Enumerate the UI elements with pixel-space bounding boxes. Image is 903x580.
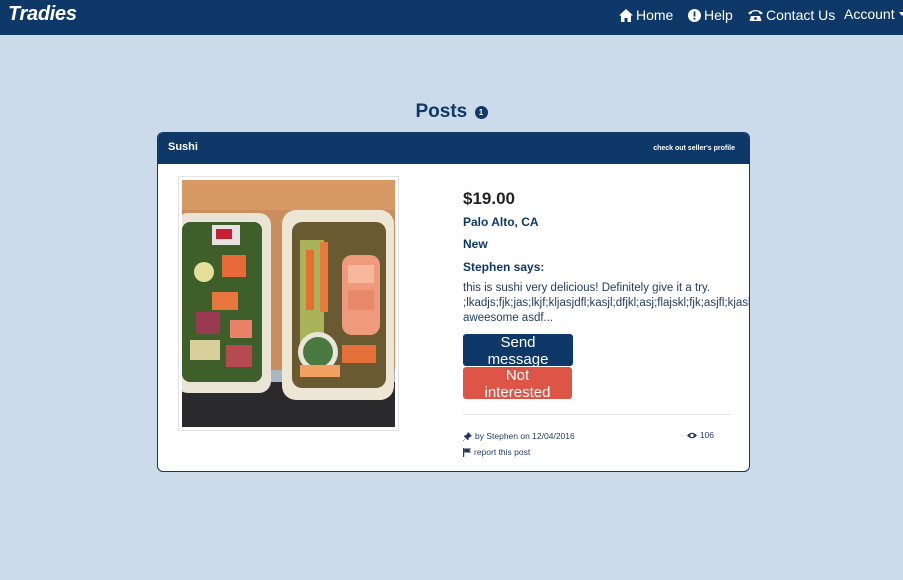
post-author-says: Stephen says:	[463, 260, 545, 274]
food-photo-icon[interactable]	[182, 180, 395, 427]
post-photo-frame	[178, 176, 399, 431]
nav-home-label: Home	[636, 7, 674, 23]
view-count: 106	[686, 430, 714, 440]
post-card: Sushi check out seller's profile $19.00 …	[157, 132, 750, 472]
phone-icon	[748, 10, 763, 21]
view-count-value: 106	[699, 430, 714, 440]
page-title-text: Posts	[415, 101, 468, 122]
top-navbar: Tradies Home Help Contact Us Account	[0, 0, 903, 35]
divider	[463, 414, 731, 415]
nav-help-label: Help	[704, 7, 733, 23]
pin-icon	[463, 431, 472, 441]
nav-home-link[interactable]: Home	[619, 7, 673, 23]
post-card-header: Sushi check out seller's profile	[158, 133, 749, 164]
post-title: Sushi	[168, 141, 198, 153]
byline-text: by Stephen on 12/04/2016	[475, 431, 575, 441]
caret-down-icon	[898, 12, 903, 16]
send-message-button[interactable]: Send message	[463, 334, 573, 368]
report-post-link[interactable]: report this post	[463, 447, 530, 457]
report-post-label: report this post	[474, 447, 531, 457]
help-icon	[688, 8, 701, 22]
not-interested-button[interactable]: Not interested	[463, 367, 572, 401]
nav-contact-label: Contact Us	[766, 7, 836, 23]
brand-logo[interactable]: Tradies	[8, 3, 77, 26]
post-location: Palo Alto, CA	[463, 215, 539, 229]
post-condition: New	[463, 237, 488, 251]
nav-help-link[interactable]: Help	[688, 7, 733, 23]
post-description: this is sushi very delicious! Definitely…	[463, 282, 750, 324]
account-dropdown[interactable]: Account	[844, 6, 903, 22]
eye-icon	[686, 432, 697, 438]
post-byline: by Stephen on 12/04/2016	[463, 431, 575, 441]
account-label: Account	[844, 6, 895, 22]
flag-icon	[463, 447, 471, 457]
seller-profile-link[interactable]: check out seller's profile	[653, 145, 735, 152]
nav-contact-link[interactable]: Contact Us	[748, 7, 835, 23]
home-icon	[619, 8, 633, 22]
page-title: Posts 1	[0, 101, 903, 123]
posts-count-badge: 1	[474, 106, 488, 119]
post-price: $19.00	[463, 189, 515, 208]
